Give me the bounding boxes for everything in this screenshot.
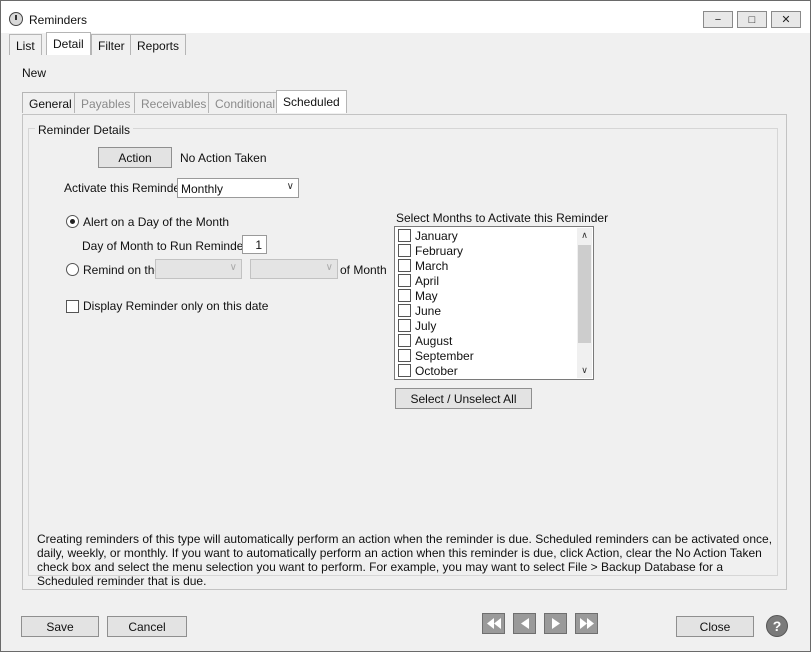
next-record-icon <box>552 618 560 629</box>
tab-list[interactable]: List <box>9 34 42 55</box>
next-record-button[interactable] <box>544 613 567 634</box>
month-item[interactable]: May <box>397 288 577 303</box>
months-scrollbar[interactable]: ∧ ∨ <box>577 228 592 378</box>
mode-label: New <box>22 66 47 80</box>
window-title: Reminders <box>29 13 88 27</box>
remind-ordinal-select: ∨ <box>155 259 242 279</box>
tab-filter[interactable]: Filter <box>91 34 132 55</box>
close-button[interactable]: Close <box>676 616 754 637</box>
previous-record-button[interactable] <box>513 613 536 634</box>
clock-icon <box>9 12 23 26</box>
cancel-button[interactable]: Cancel <box>107 616 187 637</box>
tab-receivables: Receivables <box>134 92 214 113</box>
month-checkbox[interactable] <box>398 304 411 317</box>
close-window-button[interactable]: ✕ <box>771 11 801 28</box>
scroll-down-icon[interactable]: ∨ <box>577 363 592 378</box>
month-checkbox[interactable] <box>398 229 411 242</box>
tab-reports[interactable]: Reports <box>130 34 187 55</box>
month-item[interactable]: January <box>397 228 577 243</box>
month-checkbox[interactable] <box>398 259 411 272</box>
chevron-down-icon: ∨ <box>229 262 237 273</box>
month-checkbox[interactable] <box>398 274 411 287</box>
month-checkbox[interactable] <box>398 334 411 347</box>
scroll-up-icon[interactable]: ∧ <box>577 228 592 243</box>
month-item[interactable]: June <box>397 303 577 318</box>
action-status: No Action Taken <box>180 151 267 165</box>
help-description: Creating reminders of this type will aut… <box>37 532 773 588</box>
of-month-label: of Month <box>340 263 387 277</box>
scroll-thumb[interactable] <box>578 245 591 343</box>
alert-day-label: Alert on a Day of the Month <box>83 215 230 229</box>
tab-scheduled[interactable]: Scheduled <box>276 90 347 113</box>
action-button[interactable]: Action <box>98 147 172 168</box>
tab-detail[interactable]: Detail <box>46 32 91 55</box>
month-item[interactable]: October <box>397 363 577 378</box>
month-item[interactable]: September <box>397 348 577 363</box>
chevron-down-icon: ∨ <box>286 181 294 192</box>
months-listbox[interactable]: January February March April May June Ju… <box>394 226 594 380</box>
save-button[interactable]: Save <box>21 616 99 637</box>
reminder-details-label: Reminder Details <box>35 123 134 137</box>
display-only-checkbox[interactable] <box>66 300 79 313</box>
month-item[interactable]: February <box>397 243 577 258</box>
month-checkbox[interactable] <box>398 364 411 377</box>
activate-select[interactable]: Monthly ∨ <box>177 178 299 198</box>
day-of-month-input[interactable]: 1 <box>242 235 267 254</box>
tab-conditional: Conditional <box>208 92 283 113</box>
tab-payables: Payables <box>74 92 138 113</box>
month-item[interactable]: March <box>397 258 577 273</box>
activate-label: Activate this Reminder <box>64 181 185 195</box>
minimize-button[interactable]: − <box>703 11 733 28</box>
last-record-button[interactable] <box>575 613 598 634</box>
alert-day-radio[interactable] <box>66 215 79 228</box>
remind-weekday-select: ∨ <box>250 259 338 279</box>
month-item[interactable]: August <box>397 333 577 348</box>
first-record-button[interactable] <box>482 613 505 634</box>
select-unselect-all-button[interactable]: Select / Unselect All <box>395 388 532 409</box>
maximize-icon: □ <box>748 13 756 26</box>
remind-on-label: Remind on the <box>83 263 162 277</box>
month-item[interactable]: April <box>397 273 577 288</box>
month-item[interactable]: July <box>397 318 577 333</box>
display-only-label: Display Reminder only on this date <box>83 299 269 313</box>
title-bar: Reminders − □ ✕ <box>1 1 810 33</box>
last-record-icon <box>580 618 594 629</box>
first-record-icon <box>487 618 501 629</box>
remind-on-radio[interactable] <box>66 263 79 276</box>
reminders-window: Reminders − □ ✕ List Detail Filter Repor… <box>0 0 811 652</box>
activate-value: Monthly <box>181 182 224 196</box>
month-checkbox[interactable] <box>398 319 411 332</box>
month-checkbox[interactable] <box>398 289 411 302</box>
months-label: Select Months to Activate this Reminder <box>396 211 609 225</box>
minimize-icon: − <box>714 13 722 26</box>
day-of-month-label: Day of Month to Run Reminder <box>82 239 248 253</box>
month-checkbox[interactable] <box>398 244 411 257</box>
tab-general[interactable]: General <box>22 92 79 113</box>
maximize-button[interactable]: □ <box>737 11 767 28</box>
help-icon[interactable]: ? <box>766 615 788 637</box>
close-icon: ✕ <box>781 14 791 26</box>
chevron-down-icon: ∨ <box>325 262 333 273</box>
month-checkbox[interactable] <box>398 349 411 362</box>
previous-record-icon <box>521 618 529 629</box>
